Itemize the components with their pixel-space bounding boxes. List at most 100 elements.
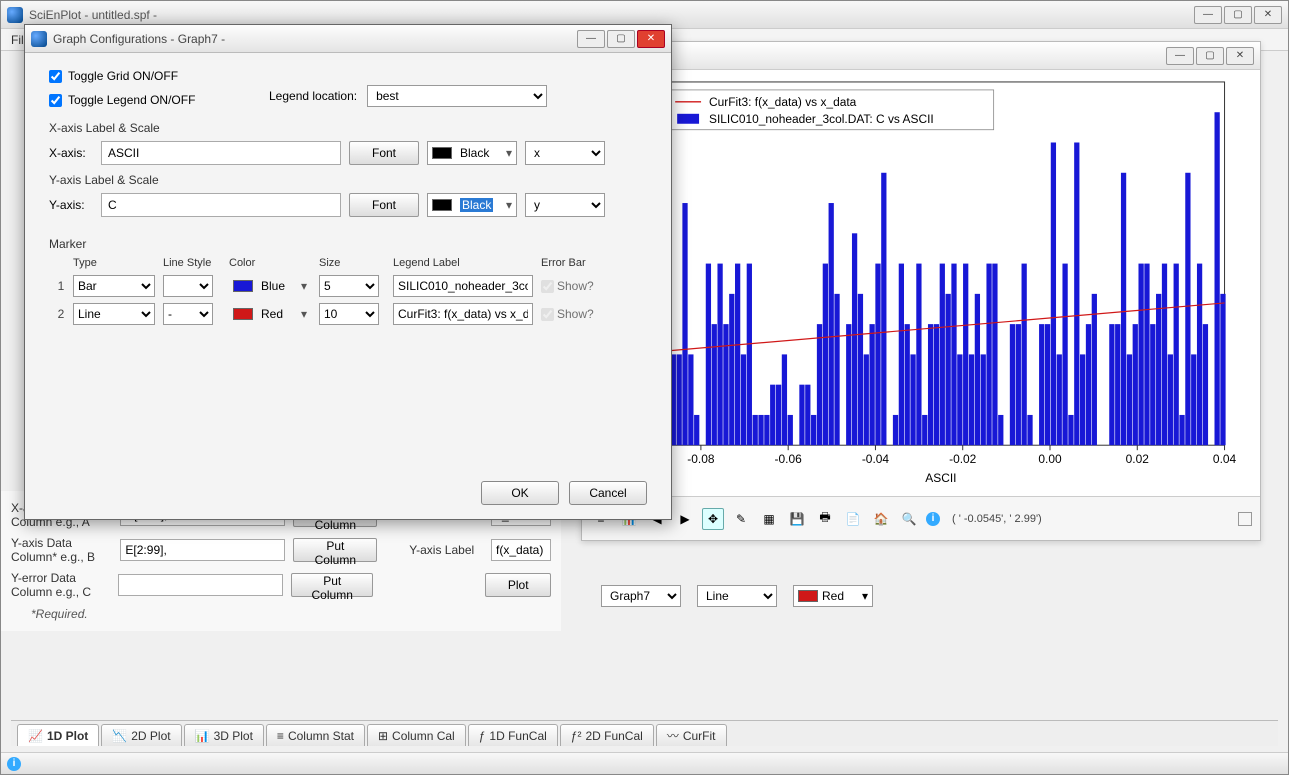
legend-location-select[interactable]: best xyxy=(367,85,547,107)
tab-curfit[interactable]: 〰CurFit xyxy=(656,724,727,746)
chart-close-button[interactable]: ✕ xyxy=(1226,47,1254,65)
tab-column-stat[interactable]: ≡Column Stat xyxy=(266,724,365,746)
tab-1d-plot[interactable]: 📈1D Plot xyxy=(17,724,99,746)
marker2-color-select[interactable]: Red xyxy=(229,307,311,321)
dialog-min-button[interactable]: — xyxy=(577,30,605,48)
info-icon: i xyxy=(926,512,940,526)
svg-text:-0.04: -0.04 xyxy=(862,452,890,466)
svg-text:0.00: 0.00 xyxy=(1038,452,1062,466)
marker2-ls-select[interactable]: - xyxy=(163,303,213,325)
marker2-type-select[interactable]: Line xyxy=(73,303,155,325)
subplot-icon[interactable]: ▦ xyxy=(758,508,780,530)
nav-fwd-icon[interactable]: ▶ xyxy=(674,508,696,530)
x-color-select[interactable]: Black xyxy=(427,141,517,165)
marker1-show-checkbox[interactable]: Show? xyxy=(541,279,594,293)
copy-icon[interactable]: 📄 xyxy=(842,508,864,530)
color-swatch-icon xyxy=(798,590,818,602)
color-swatch-icon xyxy=(432,147,452,159)
x-axis-input[interactable] xyxy=(101,141,341,165)
toggle-grid-checkbox[interactable] xyxy=(49,70,62,83)
marker2-size-select[interactable]: 10 xyxy=(319,303,379,325)
tab-column-cal[interactable]: ⊞Column Cal xyxy=(367,724,466,746)
x-section-title: X-axis Label & Scale xyxy=(49,121,647,135)
marker2-label-input[interactable] xyxy=(393,303,533,325)
y-font-button[interactable]: Font xyxy=(349,193,419,217)
edit-icon[interactable]: ✎ xyxy=(730,508,752,530)
pan-icon[interactable]: ✥ xyxy=(702,508,724,530)
tab-3d-plot[interactable]: 📊3D Plot xyxy=(184,724,264,746)
lower-controls: Graph7 Line Red ▾ xyxy=(601,585,873,607)
chart-window: — ▢ ✕ 024681012-0.08-0.06-0.04-0.020.000… xyxy=(581,41,1261,541)
dialog-close-button[interactable]: ✕ xyxy=(637,30,665,48)
y-section-title: Y-axis Label & Scale xyxy=(49,173,647,187)
svg-text:-0.08: -0.08 xyxy=(687,452,715,466)
required-note: *Required. xyxy=(31,607,551,621)
save-icon[interactable]: 💾 xyxy=(786,508,808,530)
x-axis-label: X-axis: xyxy=(49,146,93,160)
color-swatch-icon xyxy=(233,280,253,292)
zoom-icon[interactable]: 🔍 xyxy=(898,508,920,530)
marker2-show-checkbox[interactable]: Show? xyxy=(541,307,594,321)
tab-2d-funcal[interactable]: ƒ²2D FunCal xyxy=(560,724,654,746)
marker1-ls-select[interactable] xyxy=(163,275,213,297)
tab-1d-funcal[interactable]: ƒ1D FunCal xyxy=(468,724,558,746)
maximize-button[interactable]: ▢ xyxy=(1224,6,1252,24)
svg-text:0.04: 0.04 xyxy=(1213,452,1237,466)
chart-min-button[interactable]: — xyxy=(1166,47,1194,65)
svg-text:0.02: 0.02 xyxy=(1126,452,1150,466)
toggle-legend-label: Toggle Legend ON/OFF xyxy=(68,93,195,107)
chart-titlebar: — ▢ ✕ xyxy=(582,42,1260,70)
marker1-size-select[interactable]: 5 xyxy=(319,275,379,297)
close-button[interactable]: ✕ xyxy=(1254,6,1282,24)
ylabel-input[interactable] xyxy=(491,539,551,561)
marker1-color-select[interactable]: Blue xyxy=(229,279,311,293)
marker1-type-select[interactable]: Bar xyxy=(73,275,155,297)
y-axis-input[interactable] xyxy=(101,193,341,217)
y-color-select[interactable]: Black xyxy=(427,193,517,217)
marker-title: Marker xyxy=(49,237,647,251)
chart-max-button[interactable]: ▢ xyxy=(1196,47,1224,65)
cursor-coords: ( ' -0.0545', ' 2.99') xyxy=(952,513,1042,525)
linetype-select[interactable]: Line xyxy=(697,585,777,607)
graph-select[interactable]: Graph7 xyxy=(601,585,681,607)
x-font-button[interactable]: Font xyxy=(349,141,419,165)
y-axis-label: Y-axis: xyxy=(49,198,93,212)
bottom-tabs: 📈1D Plot 📉2D Plot 📊3D Plot ≡Column Stat … xyxy=(11,720,1278,746)
marker-row-1: 1 Bar Blue 5 Show? xyxy=(49,275,647,297)
ok-button[interactable]: OK xyxy=(481,481,559,505)
y-col-input[interactable] xyxy=(120,539,285,561)
app-icon xyxy=(7,7,23,23)
home-icon[interactable]: 🏠 xyxy=(870,508,892,530)
dialog-icon xyxy=(31,31,47,47)
tab-2d-plot[interactable]: 📉2D Plot xyxy=(101,724,181,746)
svg-text:-0.02: -0.02 xyxy=(949,452,977,466)
legend-location-label: Legend location: xyxy=(269,89,357,103)
status-info-icon: i xyxy=(7,757,21,771)
resize-grip[interactable] xyxy=(1238,512,1252,526)
dialog-max-button[interactable]: ▢ xyxy=(607,30,635,48)
minimize-button[interactable]: — xyxy=(1194,6,1222,24)
dialog-title: Graph Configurations - Graph7 - xyxy=(53,32,577,46)
color-swatch-icon xyxy=(233,308,253,320)
chart-toolbar: ≡ 📊 ◀ ▶ ✥ ✎ ▦ 💾 🖶 📄 🏠 🔍 i ( ' -0.0545', … xyxy=(582,496,1260,540)
marker-row-2: 2 Line - Red 10 Show? xyxy=(49,303,647,325)
linecolor-select[interactable]: Red ▾ xyxy=(793,585,873,607)
svg-text:ASCII: ASCII xyxy=(925,471,956,485)
main-window-buttons: — ▢ ✕ xyxy=(1194,6,1282,24)
chart-area[interactable]: 024681012-0.08-0.06-0.04-0.020.000.020.0… xyxy=(592,72,1250,490)
yerr-col-input[interactable] xyxy=(118,574,283,596)
y-col-label: Y-axis Data Column* e.g., B xyxy=(11,536,112,565)
cancel-button[interactable]: Cancel xyxy=(569,481,647,505)
print-icon[interactable]: 🖶 xyxy=(814,508,836,530)
y-scale-select[interactable]: y xyxy=(525,193,605,217)
ylabel-label: Y-axis Label xyxy=(409,543,483,557)
dialog-titlebar: Graph Configurations - Graph7 - — ▢ ✕ xyxy=(25,25,671,53)
x-scale-select[interactable]: x xyxy=(525,141,605,165)
yerr-put-button[interactable]: Put Column xyxy=(291,573,373,597)
plot-button[interactable]: Plot xyxy=(485,573,551,597)
toggle-legend-checkbox[interactable] xyxy=(49,94,62,107)
marker1-label-input[interactable] xyxy=(393,275,533,297)
graph-config-dialog: Graph Configurations - Graph7 - — ▢ ✕ To… xyxy=(24,24,672,520)
y-put-button[interactable]: Put Column xyxy=(293,538,377,562)
svg-text:CurFit3: f(x_data) vs x_data: CurFit3: f(x_data) vs x_data xyxy=(709,95,857,109)
